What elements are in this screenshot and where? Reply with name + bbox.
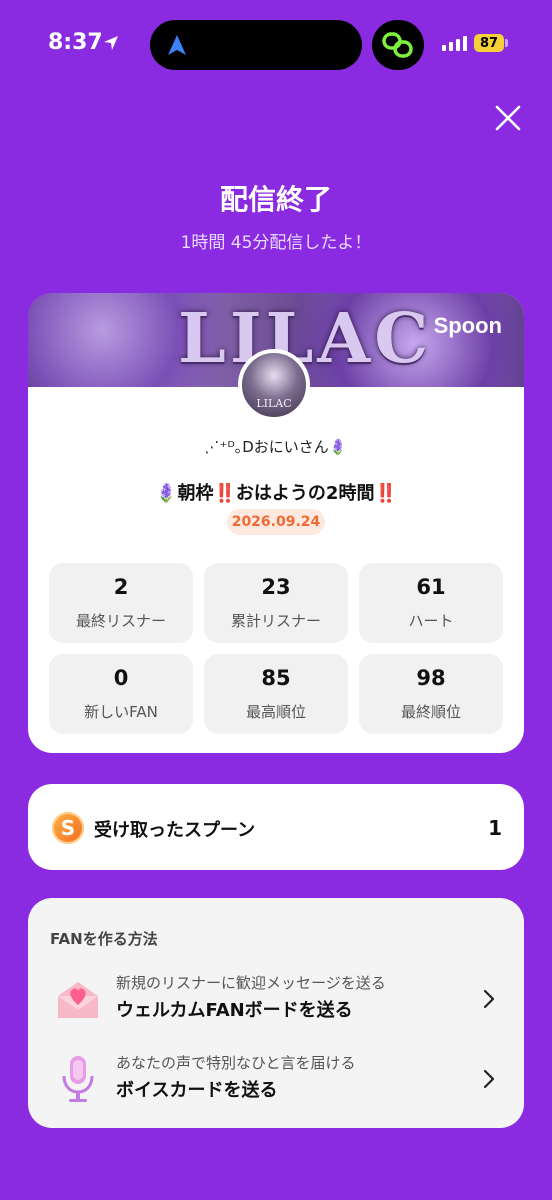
- welcome-fan-board-description: 新規のリスナーに歓迎メッセージを送る: [116, 974, 386, 992]
- stat-final-rank: 98 最終順位: [359, 654, 503, 734]
- stat-label: 最終リスナー: [75, 612, 166, 630]
- stat-value: 23: [261, 575, 291, 599]
- chevron-right-icon: [483, 1069, 495, 1089]
- voice-card-item[interactable]: あなたの声で特別なひと言を届ける ボイスカードを送る: [28, 1048, 524, 1118]
- microphone-icon: [62, 1056, 94, 1102]
- stat-final-listeners: 2 最終リスナー: [49, 563, 193, 643]
- spoon-coin-icon: S: [52, 812, 84, 844]
- stats-grid: 2 最終リスナー 23 累計リスナー 61 ハート 0 新しいFAN 85 最高…: [49, 563, 503, 734]
- stat-value: 2: [113, 575, 129, 599]
- stat-value: 85: [261, 666, 291, 690]
- status-bar: 8:37 87: [0, 0, 552, 90]
- stat-highest-rank: 85 最高順位: [204, 654, 348, 734]
- battery-icon: 87: [474, 34, 504, 52]
- stat-label: 累計リスナー: [230, 612, 321, 630]
- envelope-heart-icon: [58, 982, 98, 1018]
- stat-label: 最終順位: [400, 703, 461, 721]
- stat-label: ハート: [408, 612, 454, 630]
- spoon-logo: Spoon: [433, 313, 502, 338]
- received-spoons-card: S 受け取ったスプーン 1: [28, 784, 524, 870]
- location-arrow-icon: [104, 36, 118, 50]
- battery-level: 87: [479, 35, 499, 51]
- battery-tip: [505, 39, 508, 47]
- welcome-fan-board-title: ウェルカムFANボードを送る: [116, 1000, 353, 1021]
- broadcast-summary-card: LILAC Spoon LILAC ⋰⁺ᴰ｡Dおにいさん🪻 🪻朝枠‼️おはようの…: [28, 293, 524, 753]
- fan-tips-card: FANを作る方法 新規のリスナーに歓迎メッセージを送る ウェルカムFANボードを…: [28, 898, 524, 1128]
- page-subtitle: 1時間 45分配信したよ！: [180, 233, 372, 253]
- broadcast-title: 🪻朝枠‼️おはようの2時間‼️: [155, 483, 397, 504]
- signal-icon: [442, 36, 467, 51]
- stat-total-listeners: 23 累計リスナー: [204, 563, 348, 643]
- stat-label: 新しいFAN: [84, 703, 158, 721]
- voice-card-description: あなたの声で特別なひと言を届ける: [116, 1054, 356, 1072]
- fan-tips-heading: FANを作る方法: [50, 930, 158, 948]
- chevron-right-icon: [483, 989, 495, 1009]
- stat-value: 61: [416, 575, 446, 599]
- navigation-arrow-icon: [168, 35, 186, 55]
- avatar-text: LILAC: [256, 397, 292, 410]
- stat-value: 98: [416, 666, 446, 690]
- username: ⋰⁺ᴰ｡Dおにいさん🪻: [204, 438, 348, 456]
- stat-label: 最高順位: [245, 703, 306, 721]
- date-badge: 2026.09.24: [227, 509, 325, 535]
- close-icon[interactable]: [492, 102, 524, 134]
- stat-hearts: 61 ハート: [359, 563, 503, 643]
- received-spoons-label: 受け取ったスプーン: [94, 820, 256, 841]
- received-spoons-count: 1: [488, 816, 502, 840]
- stat-new-fans: 0 新しいFAN: [49, 654, 193, 734]
- voice-card-title: ボイスカードを送る: [116, 1080, 278, 1101]
- status-time: 8:37: [48, 30, 103, 55]
- stat-value: 0: [113, 666, 129, 690]
- page-title: 配信終了: [219, 183, 332, 216]
- link-app-icon: [372, 20, 424, 70]
- avatar[interactable]: LILAC: [238, 349, 310, 421]
- welcome-fan-board-item[interactable]: 新規のリスナーに歓迎メッセージを送る ウェルカムFANボードを送る: [28, 968, 524, 1038]
